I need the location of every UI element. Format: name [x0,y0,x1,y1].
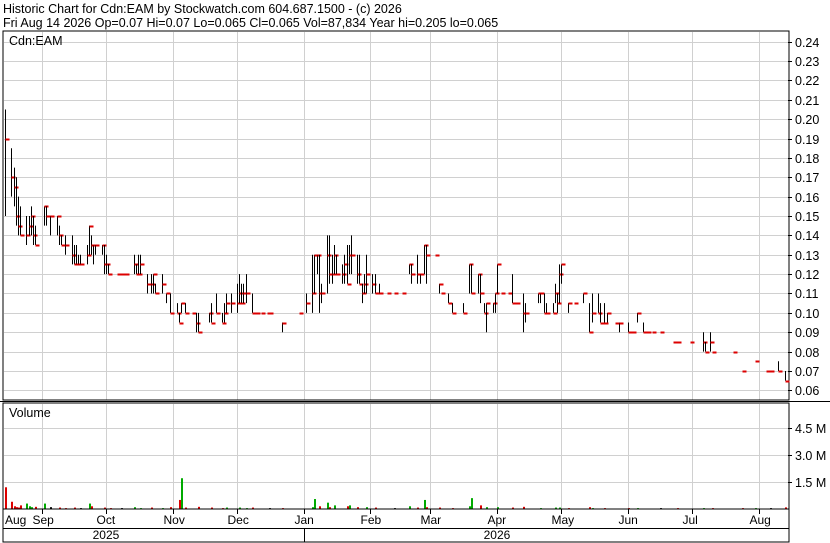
volume-tick-label: 4.5 M [795,422,826,436]
month-label: May [552,513,575,527]
volume-bar [11,501,13,509]
month-label: Apr [488,513,507,527]
price-tick-label: 0.23 [795,55,819,69]
volume-bar [26,503,28,509]
price-tick-label: 0.22 [795,74,819,88]
price-tick-label: 0.18 [795,152,819,166]
month-label: Jun [619,513,638,527]
volume-bar [20,505,22,509]
month-label: Dec [228,513,249,527]
price-panel-title: Cdn:EAM [9,34,63,48]
price-tick-label: 0.20 [795,113,819,127]
month-label: Oct [97,513,116,527]
stock-chart-frame: Historic Chart for Cdn:EAM by Stockwatch… [0,0,830,543]
chart-header-line2: Fri Aug 14 2026 Op=0.07 Hi=0.07 Lo=0.065… [3,16,498,30]
chart-header-line1: Historic Chart for Cdn:EAM by Stockwatch… [3,2,402,16]
volume-bar [349,505,351,509]
volume-bar [5,487,7,509]
price-tick-label: 0.10 [795,307,819,321]
volume-bar [327,502,329,509]
month-label: Nov [164,513,185,527]
month-label: Aug [5,513,26,527]
price-tick-label: 0.17 [795,171,819,185]
volume-panel-title: Volume [9,406,51,420]
price-tick-label: 0.24 [795,36,819,50]
month-label: Jul [683,513,698,527]
year-label: 2026 [484,528,511,542]
price-tick-label: 0.13 [795,249,819,263]
price-tick-label: 0.09 [795,326,819,340]
volume-bar [334,505,336,509]
price-tick-label: 0.19 [795,133,819,147]
year-label: 2025 [93,528,120,542]
price-tick-label: 0.07 [795,365,819,379]
volume-bar [44,503,46,509]
month-label: Mar [421,513,442,527]
month-label: Aug [750,513,771,527]
month-label: Feb [361,513,382,527]
price-tick-label: 0.15 [795,210,819,224]
volume-tick-label: 1.5 M [795,476,826,490]
volume-bar [314,499,316,509]
month-label: Jan [295,513,314,527]
volume-bar [480,505,482,509]
month-label: Sep [33,513,55,527]
price-tick-label: 0.06 [795,384,819,398]
price-tick-label: 0.11 [795,287,818,301]
volume-bar [424,499,426,509]
volume-bar [181,478,183,509]
price-tick-label: 0.21 [795,94,819,108]
volume-bar [179,499,181,509]
volume-bar [471,498,473,509]
price-tick-label: 0.08 [795,346,819,360]
price-tick-label: 0.16 [795,191,819,205]
price-tick-label: 0.12 [795,268,819,282]
volume-tick-label: 3.0 M [795,449,826,463]
volume-bar [89,503,91,509]
price-tick-label: 0.14 [795,229,819,243]
